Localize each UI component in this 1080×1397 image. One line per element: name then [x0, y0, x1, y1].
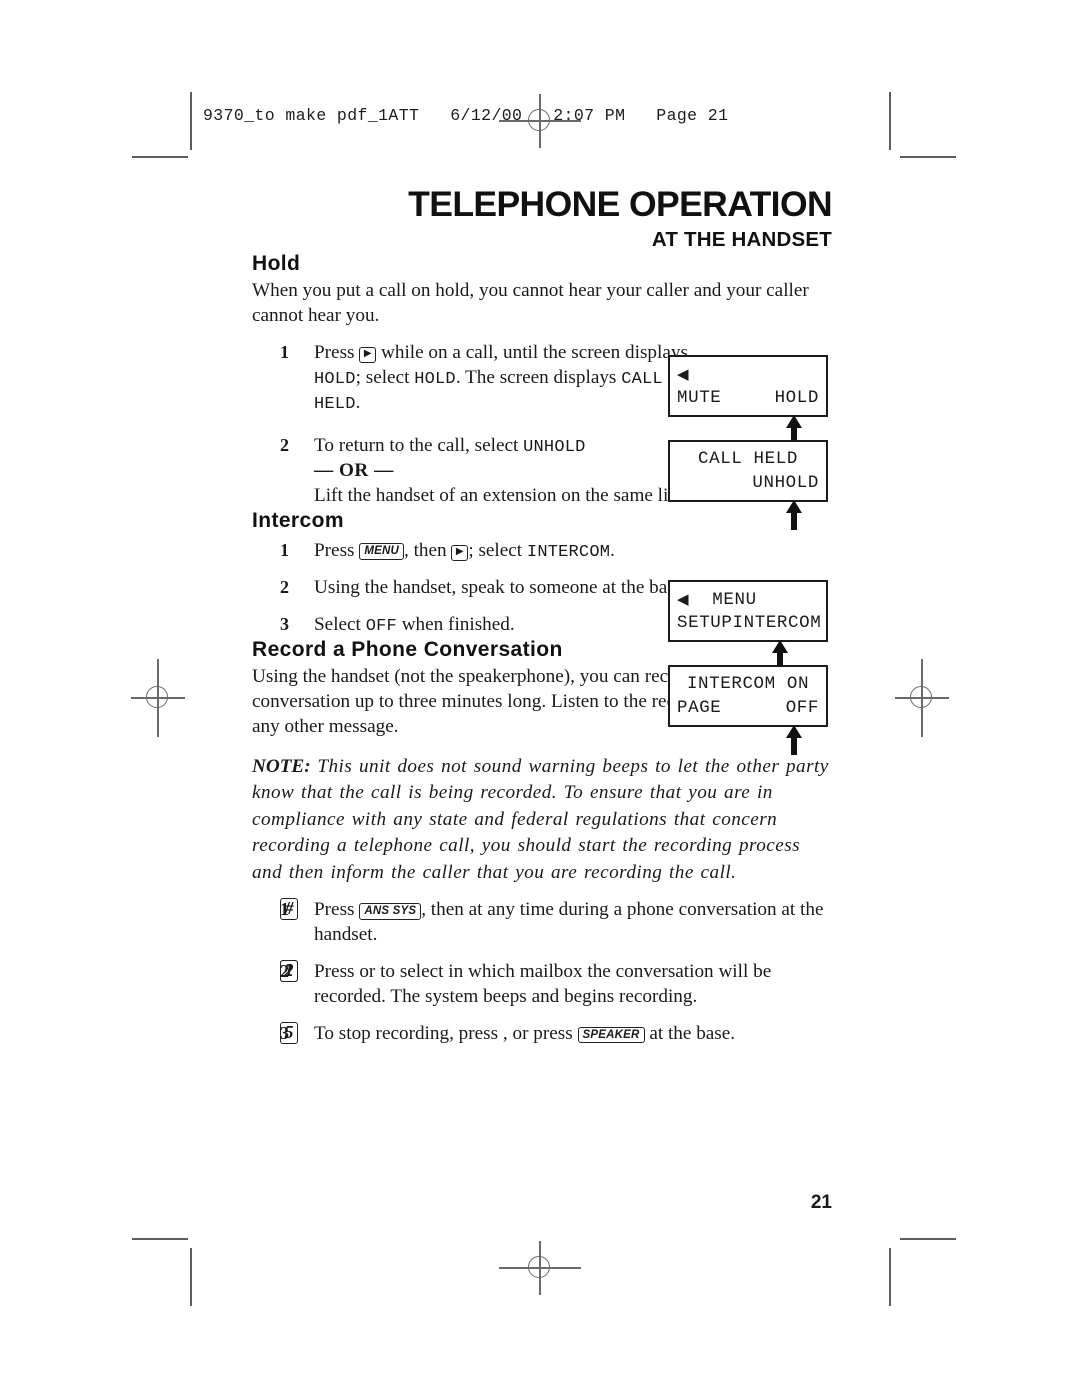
- left-arrow-icon: ◀: [677, 590, 690, 608]
- digit-2-key-icon: 2: [280, 960, 299, 983]
- lcd-cell-off: OFF: [785, 698, 819, 718]
- lcd-term-intercom: INTERCOM: [526, 542, 611, 562]
- crop-mark-top-left-vertical: [190, 92, 192, 150]
- lcd-row: CALL HELD: [677, 447, 819, 471]
- list-item: 3 To stop recording, press 5, or press S…: [252, 1022, 832, 1047]
- lcd-screen-menu: ◀ MENU . SETUP INTERCOM: [668, 580, 828, 642]
- crop-mark-top-right-horizontal: [900, 156, 956, 158]
- proof-slug-line: 9370_to make pdf_1ATT 6/12/00 2:07 PM Pa…: [203, 106, 729, 125]
- step-text-post: at the base.: [649, 1023, 736, 1045]
- registration-mark-left: [131, 659, 185, 737]
- hold-intro-paragraph: When you put a call on hold, you cannot …: [252, 279, 809, 326]
- page-subtitle: AT THE HANDSET: [651, 227, 832, 251]
- lcd-cell-mute: MUTE: [677, 388, 722, 408]
- right-arrow-key-icon: ▶: [451, 545, 469, 561]
- list-item: 2 To return to the call, select UNHOLD —…: [252, 434, 714, 509]
- lcd-screen-call-held: CALL HELD . UNHOLD: [668, 440, 828, 502]
- step-text-mid: or: [359, 961, 376, 983]
- section-heading-hold: Hold: [252, 251, 301, 275]
- step-text-post: to select in which mailbox the conversat…: [314, 961, 772, 1008]
- pointer-arrow-off: [784, 725, 804, 755]
- list-item: 2 Press 1 or 2 to select in which mailbo…: [252, 960, 832, 1010]
- digit-5-key-icon: 5: [280, 1022, 299, 1045]
- crop-mark-bottom-right-horizontal: [900, 1238, 956, 1240]
- lcd-cell-page: PAGE: [677, 698, 722, 718]
- ans-sys-key-icon: ANS SYS: [359, 902, 422, 920]
- lcd-row: ◀ MENU .: [677, 587, 819, 611]
- step-text-pre: Select: [314, 614, 361, 635]
- crop-mark-bottom-right-vertical: [889, 1248, 891, 1306]
- lcd-screen-intercom-on: INTERCOM ON PAGE OFF: [668, 665, 828, 727]
- crop-mark-top-right-vertical: [889, 92, 891, 150]
- step-text-alt: Lift the handset of an extension on the …: [314, 485, 692, 506]
- page-number: 21: [810, 1192, 832, 1213]
- lcd-term-unhold: UNHOLD: [523, 437, 586, 457]
- step-text-mid: , or press: [502, 1023, 573, 1045]
- step-number: 2: [280, 434, 289, 455]
- lcd-term-hold-2: HOLD: [414, 369, 456, 389]
- step-text-mid: , then: [403, 539, 447, 561]
- lcd-cell-setup: SETUP: [677, 613, 733, 633]
- step-text-end: .: [355, 391, 361, 413]
- registration-mark-bottom: [499, 1241, 581, 1295]
- crop-mark-top-left-horizontal: [132, 156, 188, 158]
- step-text-pre: Press: [314, 899, 355, 921]
- step-number: 3: [280, 614, 289, 634]
- lcd-row: INTERCOM ON: [677, 672, 819, 696]
- page-header: TELEPHONE OPERATION AT THE HANDSET: [252, 186, 832, 252]
- lcd-row: SETUP INTERCOM: [677, 611, 822, 635]
- step-number: 1: [280, 341, 289, 362]
- list-item: 1 Press ▶ while on a call, until the scr…: [252, 341, 714, 416]
- menu-key-icon: MENU: [359, 543, 404, 561]
- step-text-pre: Press: [314, 341, 355, 363]
- section-heading-intercom: Intercom: [252, 508, 344, 532]
- left-arrow-icon: ◀: [677, 365, 690, 383]
- step-text: Using the handset, speak to someone at t…: [314, 577, 689, 599]
- lcd-screen-mute-hold: ◀ MUTE HOLD: [668, 355, 828, 417]
- lcd-term-off: OFF: [365, 617, 397, 636]
- lcd-cell-intercom-on: INTERCOM ON: [686, 674, 810, 694]
- pound-key-icon: #: [280, 898, 299, 921]
- step-number: 2: [280, 577, 289, 598]
- registration-mark-right: [895, 659, 949, 737]
- note-text: This unit does not sound warning beeps t…: [252, 755, 829, 883]
- record-step-list: 1 Press ANS SYS, then # at any time duri…: [252, 898, 832, 1047]
- lcd-row: . UNHOLD: [677, 471, 819, 495]
- step-text-mid: , then: [421, 899, 464, 921]
- step-text-post: when finished.: [401, 614, 515, 635]
- lcd-cell-call-held: CALL HELD: [698, 449, 798, 469]
- speaker-key-icon: SPEAKER: [577, 1026, 645, 1044]
- lcd-cell-intercom: INTERCOM: [732, 613, 822, 633]
- lcd-row: PAGE OFF: [677, 696, 819, 720]
- list-item: 1 Press MENU, then ▶; select INTERCOM.: [252, 539, 714, 564]
- step-number: 1: [280, 539, 289, 560]
- lcd-cell-hold: HOLD: [774, 388, 819, 408]
- lcd-row: MUTE HOLD: [677, 386, 819, 410]
- step-text-pre: Press: [314, 539, 355, 561]
- note-paragraph: NOTE: This unit does not sound warning b…: [252, 754, 832, 887]
- step-text-mid2: ; select: [468, 539, 523, 561]
- list-item: 3 Select OFF when finished.: [252, 613, 714, 638]
- lcd-row: ◀: [677, 362, 819, 386]
- step-text-pre: To return to the call, select: [314, 434, 519, 456]
- step-text-mid: while on a call, until the screen displa…: [381, 341, 688, 363]
- step-text-end: .: [610, 539, 615, 561]
- list-item: 1 Press ANS SYS, then # at any time duri…: [252, 898, 832, 948]
- step-text-mid2: ; select: [355, 366, 410, 388]
- page-title: TELEPHONE OPERATION: [408, 184, 832, 224]
- note-label: NOTE:: [252, 755, 311, 777]
- lcd-term-hold-1: HOLD: [314, 369, 356, 389]
- list-item: 2 Using the handset, speak to someone at…: [252, 576, 714, 601]
- step-text-mid3: . The screen displays: [455, 366, 617, 388]
- step-text-pre: To stop recording, press: [314, 1023, 499, 1045]
- or-separator: — OR —: [314, 460, 394, 482]
- step-text-pre: Press: [314, 961, 355, 983]
- lcd-cell-menu: MENU: [712, 590, 757, 610]
- right-arrow-key-icon: ▶: [359, 347, 377, 363]
- crop-mark-bottom-left-vertical: [190, 1248, 192, 1306]
- crop-mark-bottom-left-horizontal: [132, 1238, 188, 1240]
- lcd-cell-unhold: UNHOLD: [752, 473, 819, 493]
- pointer-arrow-unhold: [784, 500, 804, 530]
